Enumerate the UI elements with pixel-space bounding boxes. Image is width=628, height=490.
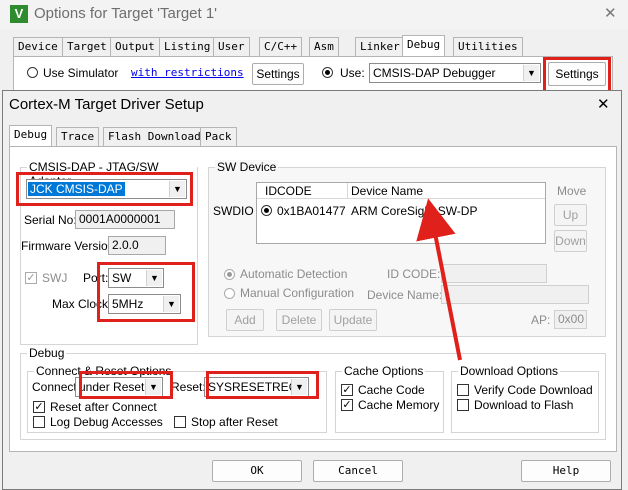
red-arrow-annotation xyxy=(416,198,462,361)
arrow-to-device-row xyxy=(416,198,462,361)
